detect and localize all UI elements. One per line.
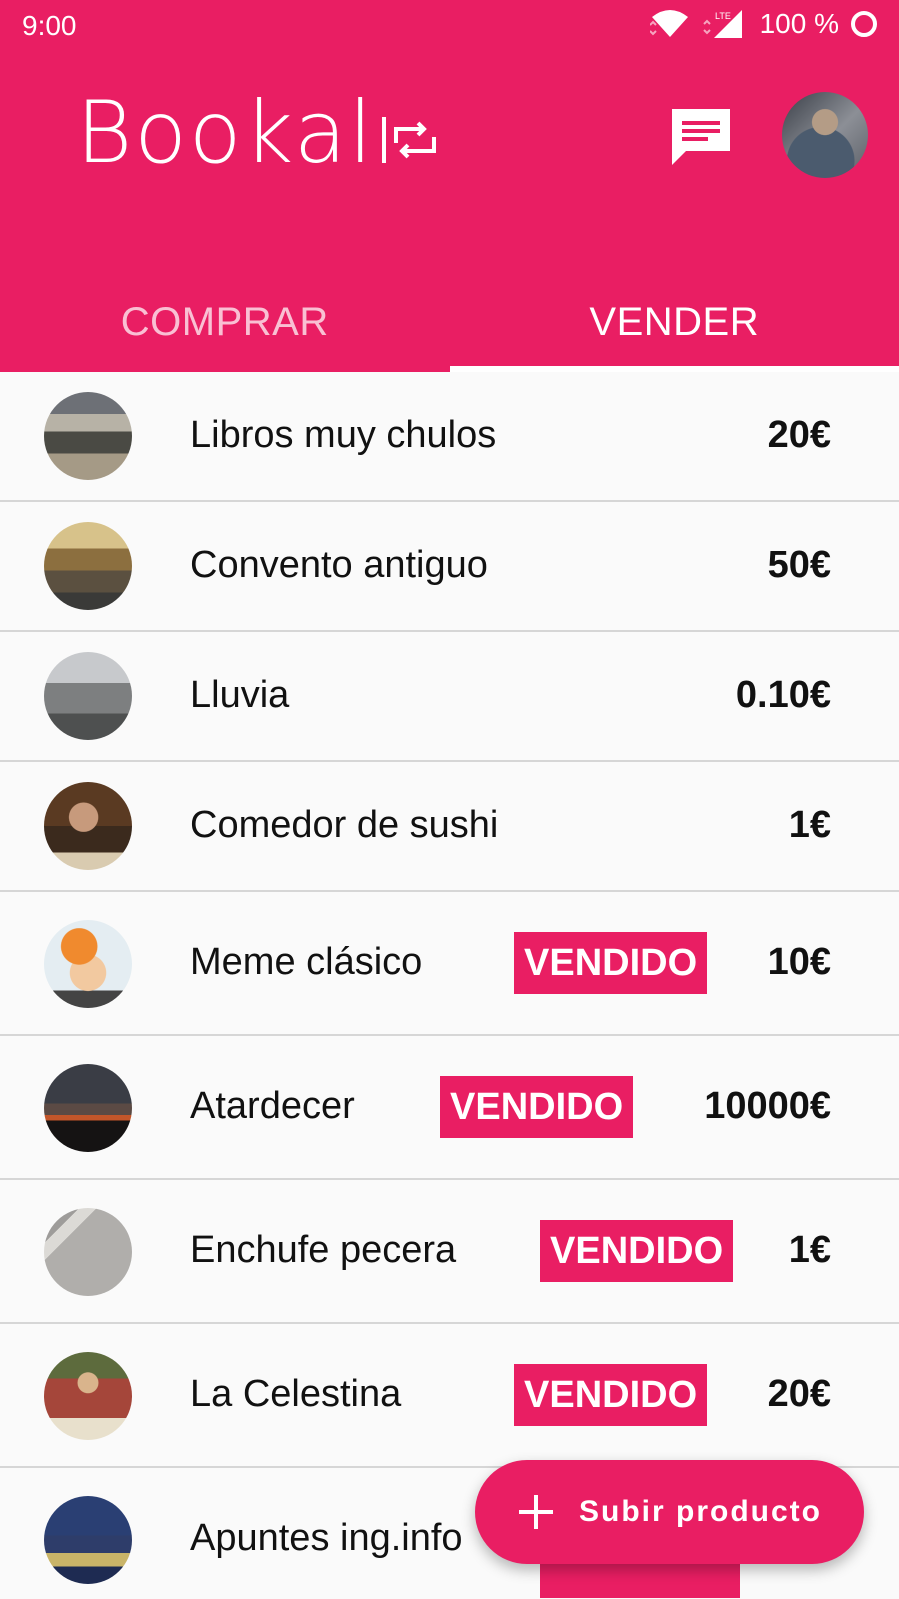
sold-badge: VENDIDO <box>514 1364 708 1426</box>
sold-badge: VENDIDO <box>440 1076 634 1138</box>
product-price: 50€ <box>767 544 831 586</box>
product-thumbnail <box>44 920 132 1008</box>
sold-badge: VENDIDO <box>514 932 708 994</box>
app-screen: 9:00 LTE 100 % Bookal COMPRAR VENDER Lib… <box>0 0 899 1599</box>
chat-message-icon <box>672 109 730 165</box>
product-price: 1€ <box>788 804 831 846</box>
product-title: Comedor de sushi <box>190 804 499 846</box>
status-icons: LTE 100 % <box>649 8 879 40</box>
product-title: Libros muy chulos <box>190 414 497 456</box>
product-thumbnail <box>44 782 132 870</box>
tab-vender[interactable]: VENDER <box>449 272 899 372</box>
signal-icon: LTE <box>702 10 742 38</box>
product-thumbnail <box>44 522 132 610</box>
list-item[interactable]: Comedor de sushi 1€ <box>0 762 899 892</box>
product-title: La Celestina <box>190 1373 402 1415</box>
list-item[interactable]: Lluvia 0.10€ <box>0 632 899 762</box>
user-avatar[interactable] <box>782 92 868 178</box>
product-thumbnail <box>44 1064 132 1152</box>
logo-text: Bookal <box>76 83 375 183</box>
list-item[interactable]: La Celestina VENDIDO 20€ <box>0 1324 899 1468</box>
battery-ring-icon <box>851 11 877 37</box>
status-time: 9:00 <box>22 10 77 41</box>
product-title: Apuntes ing.info <box>190 1517 463 1559</box>
upload-product-label: Subir producto <box>579 1495 822 1528</box>
list-item[interactable]: Libros muy chulos 20€ <box>0 372 899 502</box>
upload-product-button[interactable]: Subir producto <box>475 1460 864 1564</box>
product-thumbnail <box>44 652 132 740</box>
svg-text:LTE: LTE <box>715 11 731 21</box>
product-thumbnail <box>44 1352 132 1440</box>
product-thumbnail <box>44 392 132 480</box>
wifi-icon <box>649 10 688 37</box>
product-price: 1€ <box>788 1229 831 1271</box>
status-bar: 9:00 LTE 100 % <box>0 0 899 54</box>
swap-arrows-icon <box>382 117 437 163</box>
product-price: 20€ <box>767 1373 831 1415</box>
product-thumbnail <box>44 1496 132 1584</box>
chat-button[interactable] <box>666 102 736 172</box>
app-logo: Bookal <box>76 90 440 176</box>
product-price: 0.10€ <box>735 674 831 716</box>
product-price: 20€ <box>767 414 831 456</box>
tab-comprar[interactable]: COMPRAR <box>0 272 450 372</box>
product-title: Meme clásico <box>190 941 423 983</box>
list-item[interactable]: Convento antiguo 50€ <box>0 502 899 632</box>
product-price: 10000€ <box>704 1085 831 1127</box>
list-item[interactable]: Meme clásico VENDIDO 10€ <box>0 892 899 1036</box>
tab-bar: COMPRAR VENDER <box>0 272 899 372</box>
sold-badge: VENDIDO <box>540 1220 734 1282</box>
list-item[interactable]: Atardecer VENDIDO 10000€ <box>0 1036 899 1180</box>
product-list: Libros muy chulos 20€ Convento antiguo 5… <box>0 372 899 1599</box>
app-bar: 9:00 LTE 100 % Bookal COMPRAR VENDER <box>0 0 899 372</box>
product-title: Atardecer <box>190 1085 355 1127</box>
product-title: Convento antiguo <box>190 544 488 586</box>
list-item[interactable]: Enchufe pecera VENDIDO 1€ <box>0 1180 899 1324</box>
battery-level: 100 % <box>759 8 839 39</box>
product-price: 10€ <box>767 941 831 983</box>
plus-icon <box>519 1495 553 1529</box>
product-title: Lluvia <box>190 674 290 716</box>
product-thumbnail <box>44 1208 132 1296</box>
product-title: Enchufe pecera <box>190 1229 457 1271</box>
